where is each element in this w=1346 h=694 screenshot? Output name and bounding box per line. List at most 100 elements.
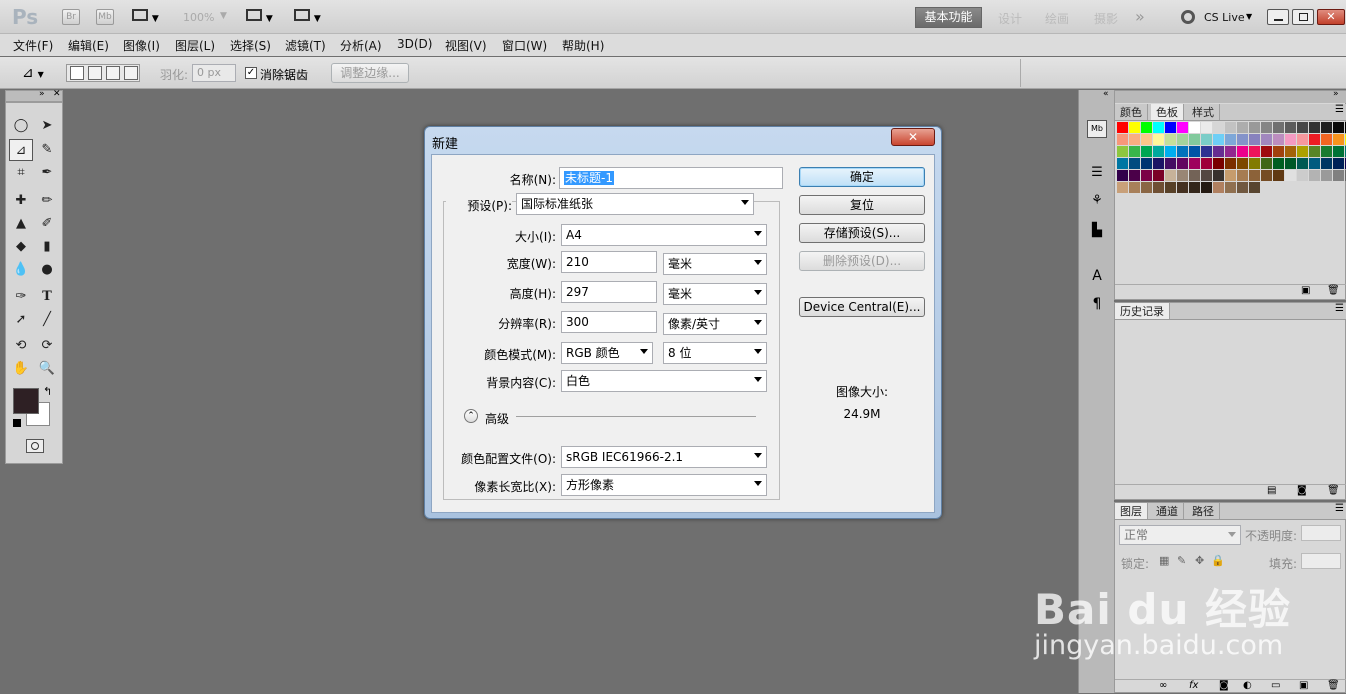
color-swatch[interactable]: [1153, 158, 1164, 169]
reset-button[interactable]: 复位: [799, 195, 925, 215]
brush-panel-icon[interactable]: ⚘: [1087, 193, 1107, 209]
layer-mask-icon[interactable]: ◙: [1219, 680, 1229, 691]
tool-preset-picker[interactable]: ⊿ ▼: [22, 65, 54, 81]
color-swatch[interactable]: [1321, 134, 1332, 145]
antialias-checkbox[interactable]: ✓: [245, 67, 257, 79]
color-swatch[interactable]: [1141, 158, 1152, 169]
marquee-tool-icon[interactable]: ◯: [9, 115, 33, 137]
new-document-from-state-icon[interactable]: ▤: [1267, 485, 1276, 496]
color-swatch[interactable]: [1285, 158, 1296, 169]
clone-stamp-icon[interactable]: ▲: [9, 213, 33, 235]
background-select[interactable]: 白色: [561, 370, 767, 392]
color-swatch[interactable]: [1261, 134, 1272, 145]
color-swatch[interactable]: [1249, 170, 1260, 181]
color-swatch[interactable]: [1153, 182, 1164, 193]
color-swatch[interactable]: [1189, 182, 1200, 193]
menu-filter[interactable]: 滤镜(T): [285, 37, 326, 54]
preset-select[interactable]: 国际标准纸张: [516, 193, 754, 215]
color-swatch[interactable]: [1201, 158, 1212, 169]
name-input[interactable]: 未标题-1: [559, 167, 783, 189]
color-swatch[interactable]: [1201, 146, 1212, 157]
device-central-button[interactable]: Device Central(E)...: [799, 297, 925, 317]
color-swatch[interactable]: [1285, 134, 1296, 145]
color-swatch[interactable]: [1165, 170, 1176, 181]
bridge-button[interactable]: Br: [62, 9, 80, 25]
color-swatch[interactable]: [1261, 158, 1272, 169]
color-swatch[interactable]: [1225, 146, 1236, 157]
color-swatch[interactable]: [1153, 170, 1164, 181]
color-swatch[interactable]: [1249, 146, 1260, 157]
color-swatch[interactable]: [1141, 182, 1152, 193]
tab-layers[interactable]: 图层: [1115, 503, 1148, 519]
color-swatch[interactable]: [1213, 122, 1224, 133]
menu-view[interactable]: 视图(V): [445, 37, 487, 54]
size-select[interactable]: A4: [561, 224, 767, 246]
bitdepth-select[interactable]: 8 位: [663, 342, 767, 364]
close-button[interactable]: ✕: [1317, 9, 1345, 25]
trash-icon[interactable]: 🗑: [1327, 485, 1340, 496]
resolution-unit-select[interactable]: 像素/英寸: [663, 313, 767, 335]
color-swatch[interactable]: [1297, 146, 1308, 157]
color-swatch[interactable]: [1225, 170, 1236, 181]
snapshot-icon[interactable]: ◙: [1297, 485, 1307, 496]
color-swatch[interactable]: [1213, 182, 1224, 193]
color-swatch[interactable]: [1201, 134, 1212, 145]
color-swatch[interactable]: [1177, 158, 1188, 169]
color-swatch[interactable]: [1249, 182, 1260, 193]
menu-analysis[interactable]: 分析(A): [340, 37, 382, 54]
color-swatch[interactable]: [1237, 146, 1248, 157]
type-tool-icon[interactable]: T: [35, 286, 59, 308]
trash-icon[interactable]: 🗑: [1327, 680, 1340, 691]
color-swatch[interactable]: [1117, 170, 1128, 181]
color-swatch[interactable]: [1165, 146, 1176, 157]
color-swatch[interactable]: [1321, 146, 1332, 157]
color-swatch[interactable]: [1237, 170, 1248, 181]
tab-channels[interactable]: 通道: [1151, 503, 1184, 519]
zoom-level[interactable]: 100%: [183, 11, 214, 24]
color-swatch[interactable]: [1213, 170, 1224, 181]
default-colors-icon[interactable]: [13, 419, 21, 427]
foreground-color-swatch[interactable]: [13, 388, 39, 414]
subtract-selection-button[interactable]: [106, 66, 120, 80]
lasso-tool-icon[interactable]: ⊿: [9, 139, 33, 161]
layer-style-icon[interactable]: fx: [1189, 680, 1198, 691]
add-selection-button[interactable]: [88, 66, 102, 80]
collapse-dock-icon[interactable]: «: [1103, 89, 1109, 99]
tab-styles[interactable]: 样式: [1187, 104, 1220, 120]
hand-tool-icon[interactable]: ✋: [9, 358, 33, 380]
color-swatch[interactable]: [1321, 122, 1332, 133]
color-swatch[interactable]: [1261, 170, 1272, 181]
color-swatch[interactable]: [1177, 182, 1188, 193]
menu-select[interactable]: 选择(S): [230, 37, 271, 54]
new-selection-button[interactable]: [70, 66, 84, 80]
color-swatch[interactable]: [1333, 146, 1344, 157]
feather-input[interactable]: 0 px: [192, 64, 236, 82]
color-swatch[interactable]: [1273, 146, 1284, 157]
delete-preset-button[interactable]: 删除预设(D)...: [799, 251, 925, 271]
screen-mode-button[interactable]: ▼: [294, 9, 326, 25]
move-tool-icon[interactable]: ➤: [35, 115, 59, 137]
lock-transparency-icon[interactable]: ▦: [1159, 554, 1169, 567]
workspace-essentials[interactable]: 基本功能: [915, 7, 982, 28]
color-swatch[interactable]: [1129, 182, 1140, 193]
healing-brush-icon[interactable]: ✚: [9, 190, 33, 212]
color-swatch[interactable]: [1297, 122, 1308, 133]
color-swatch[interactable]: [1129, 134, 1140, 145]
blend-mode-select[interactable]: 正常: [1119, 525, 1241, 545]
path-select-icon[interactable]: ➚: [9, 309, 33, 331]
3d-orbit-icon[interactable]: ⟳: [35, 335, 59, 357]
menu-edit[interactable]: 编辑(E): [68, 37, 109, 54]
new-group-icon[interactable]: ▭: [1271, 680, 1280, 691]
color-swatch[interactable]: [1237, 158, 1248, 169]
history-brush-icon[interactable]: ✐: [35, 213, 59, 235]
character-panel-icon[interactable]: A: [1087, 268, 1107, 284]
color-swatch[interactable]: [1249, 134, 1260, 145]
color-swatch[interactable]: [1273, 170, 1284, 181]
color-swatch[interactable]: [1177, 122, 1188, 133]
color-swatch[interactable]: [1225, 134, 1236, 145]
color-swatch[interactable]: [1309, 134, 1320, 145]
3d-rotate-icon[interactable]: ⟲: [9, 335, 33, 357]
color-swatch[interactable]: [1141, 134, 1152, 145]
collapse-icon[interactable]: »: [1333, 89, 1339, 99]
color-swatch[interactable]: [1297, 158, 1308, 169]
